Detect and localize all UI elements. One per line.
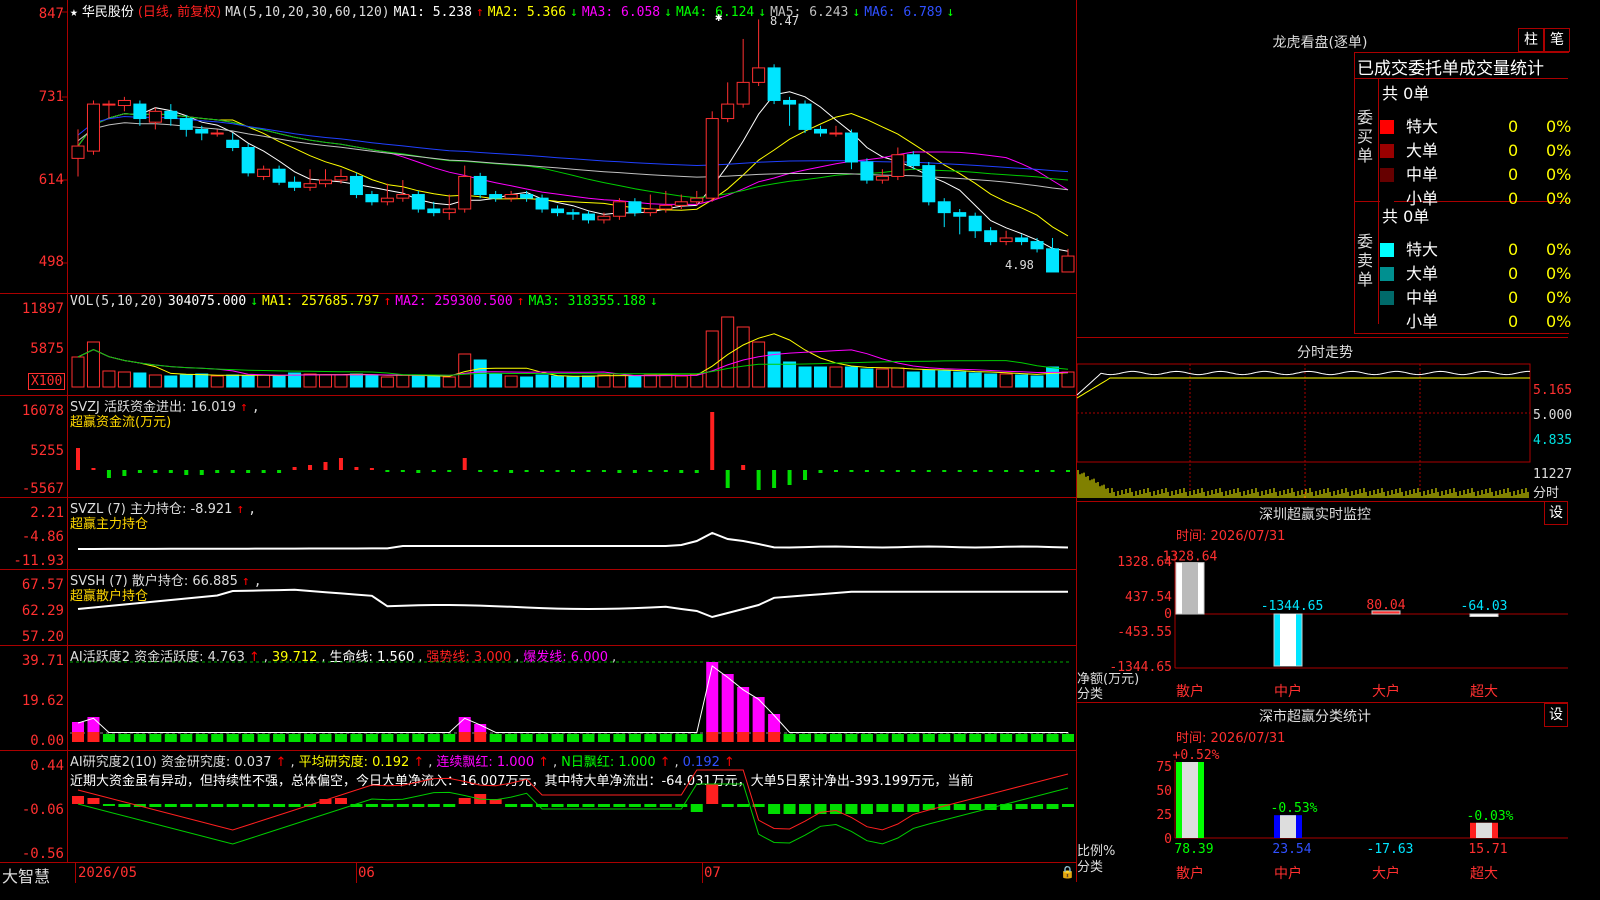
change-label: +0.52% xyxy=(1173,748,1220,763)
szc-xlabel: 分类 xyxy=(1077,860,1104,875)
ratio-bar xyxy=(1470,822,1498,838)
y-tick: 0 xyxy=(1164,832,1172,847)
y-tick: 75 xyxy=(1156,760,1172,775)
bar-value-label: 23.54 xyxy=(1272,842,1311,857)
category-label: 大户 xyxy=(1372,865,1400,882)
change-label: -0.53% xyxy=(1271,801,1318,816)
category-label: 超大 xyxy=(1470,866,1498,882)
category-label: 中户 xyxy=(1274,865,1302,882)
sz-class-chart: 75 50 25 0 +0.52% 78.39 散户 -0.53% 23.54 中户 -17.63 大… xyxy=(1156,748,1568,882)
ratio-bar xyxy=(1176,762,1204,838)
y-tick: 50 xyxy=(1156,784,1172,799)
category-label: 散户 xyxy=(1176,865,1204,882)
y-tick: 25 xyxy=(1156,808,1172,823)
ratio-bar xyxy=(1274,815,1302,838)
change-label: -0.03% xyxy=(1467,809,1514,824)
bar-value-label: 15.71 xyxy=(1468,842,1507,857)
bar-value-label: -17.63 xyxy=(1367,842,1414,857)
bar-value-label: 78.39 xyxy=(1174,842,1213,857)
